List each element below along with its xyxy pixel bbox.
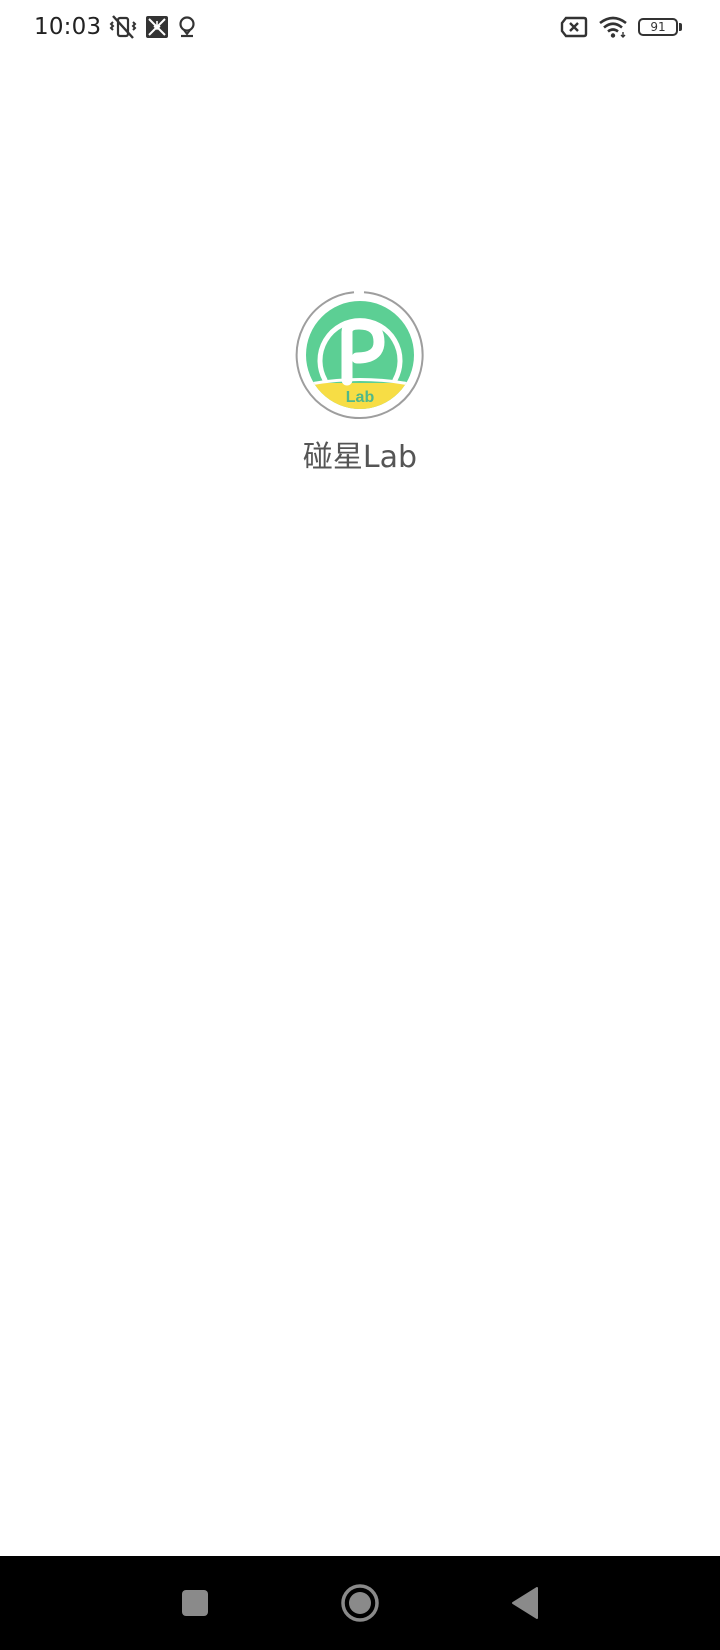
status-bar-right: 91 bbox=[560, 10, 682, 44]
app-name: 碰星Lab bbox=[302, 440, 418, 475]
clock: 10:03 bbox=[34, 14, 102, 40]
vibrate-off-icon bbox=[109, 14, 137, 40]
status-bar-left: 10:03 bbox=[34, 10, 197, 44]
battery-icon: 91 bbox=[638, 17, 682, 37]
square-recents-icon bbox=[182, 1590, 208, 1616]
battery-level: 91 bbox=[650, 20, 666, 34]
circle-home-icon bbox=[341, 1584, 379, 1622]
app-logo: Lab bbox=[295, 291, 424, 419]
screenshot-notification-icon bbox=[145, 15, 169, 39]
home-button[interactable] bbox=[335, 1578, 385, 1628]
recents-button[interactable] bbox=[170, 1578, 220, 1628]
no-sim-icon bbox=[560, 15, 588, 39]
logo-badge-text: Lab bbox=[346, 389, 375, 406]
battery-body: 91 bbox=[638, 18, 678, 36]
wifi-icon bbox=[598, 15, 628, 39]
status-bar: 10:03 91 bbox=[0, 0, 720, 56]
back-button[interactable] bbox=[500, 1578, 550, 1628]
navigation-bar bbox=[0, 1556, 720, 1650]
battery-tip bbox=[679, 23, 682, 31]
splash-content: Lab 碰星Lab bbox=[0, 290, 720, 476]
splash-screen: 10:03 91 Lab 碰星Lab bbox=[0, 0, 720, 1650]
triangle-back-icon bbox=[512, 1587, 538, 1619]
location-pin-icon bbox=[177, 15, 197, 39]
